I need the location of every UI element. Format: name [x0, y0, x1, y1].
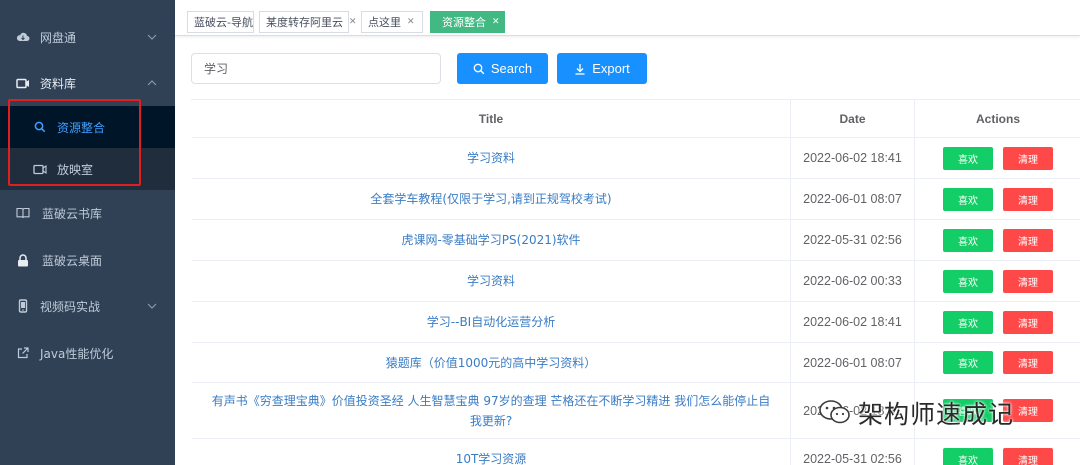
sidebar-subitem-screening-room[interactable]: 放映室	[0, 148, 175, 190]
date-cell: 2022-06-01 08:07	[803, 192, 902, 206]
sidebar-item-library[interactable]: 资料库	[0, 60, 175, 106]
like-button[interactable]: 喜欢	[943, 228, 993, 252]
like-button[interactable]: 喜欢	[943, 399, 993, 422]
date-cell: 2022-05-31 02:56	[803, 233, 902, 247]
resource-title-link[interactable]: 学习资料	[451, 148, 531, 168]
clean-button[interactable]: 清理	[1003, 310, 1053, 334]
tag-click-here[interactable]: 点这里 ✕	[361, 11, 423, 33]
sidebar-item-label: Java性能优化	[40, 346, 114, 361]
clean-button[interactable]: 清理	[1003, 228, 1053, 252]
clean-button[interactable]: 清理	[1003, 269, 1053, 293]
table-row: 学习资料 2022-06-02 00:33 喜欢 清理	[192, 261, 1080, 302]
date-cell: 2022-06-02 18:41	[803, 403, 902, 418]
table-row: 学习资料 2022-06-02 18:41 喜欢 清理	[192, 138, 1080, 179]
table-row: 10T学习资源 2022-05-31 02:56 喜欢 清理	[192, 439, 1080, 465]
like-button[interactable]: 喜欢	[943, 146, 993, 170]
sidebar-item-label: 资料库	[40, 76, 77, 91]
tag-label: 某度转存阿里云	[266, 16, 343, 29]
tag-label: 资源整合	[442, 16, 486, 29]
clean-button[interactable]: 清理	[1003, 146, 1053, 170]
date-cell: 2022-06-01 08:07	[803, 355, 902, 370]
table-row: 猿题库（价值1000元的高中学习资料） 2022-06-01 08:07 喜欢 …	[192, 343, 1080, 383]
clean-button[interactable]: 清理	[1003, 187, 1053, 211]
sidebar-item-label: 视频码实战	[40, 299, 101, 314]
tag-navigation[interactable]: 蓝破云-导航	[187, 11, 254, 33]
date-cell: 2022-05-31 02:56	[803, 452, 902, 465]
mobile-icon	[16, 299, 30, 313]
video-camera-icon	[33, 162, 47, 176]
close-icon[interactable]: ✕	[349, 17, 357, 27]
sidebar-item-label: 蓝破云书库	[42, 206, 103, 221]
table-header: Title Date Actions	[192, 100, 1080, 138]
sidebar-item-label: 网盘通	[40, 30, 77, 45]
date-cell: 2022-06-02 18:41	[803, 151, 902, 165]
date-cell: 2022-06-02 00:33	[803, 274, 902, 288]
sidebar-item-desktop[interactable]: 蓝破云桌面	[0, 237, 175, 283]
export-button-label: Export	[592, 61, 630, 76]
tag-transfer[interactable]: 某度转存阿里云 ✕	[259, 11, 357, 33]
search-button-label: Search	[490, 61, 533, 76]
tag-label: 蓝破云-导航	[194, 16, 253, 29]
resource-table: Title Date Actions 学习资料 2022-06-02 18:41…	[191, 99, 1080, 465]
clean-button[interactable]: 清理	[1003, 399, 1053, 422]
sidebar: 网盘通 资料库 资源整合 放映室 蓝破云书库 蓝破云桌面 视频码实战 Java性…	[0, 0, 175, 465]
tag-label: 点这里	[368, 16, 401, 29]
sidebar-subitem-label: 资源整合	[57, 120, 106, 135]
sidebar-item-label: 蓝破云桌面	[42, 253, 103, 268]
clean-button[interactable]: 清理	[1003, 351, 1053, 374]
book-icon	[16, 206, 30, 220]
resource-title-link[interactable]: 学习资料	[451, 271, 531, 291]
date-cell: 2022-06-02 18:41	[803, 315, 902, 329]
sidebar-item-netdisk[interactable]: 网盘通	[0, 14, 175, 60]
chevron-down-icon	[147, 301, 157, 312]
resource-title-link[interactable]: 猿题库（价值1000元的高中学习资料）	[370, 353, 613, 373]
close-icon[interactable]: ✕	[492, 17, 500, 27]
sidebar-subitem-resources[interactable]: 资源整合	[0, 106, 175, 148]
lock-icon	[16, 253, 30, 267]
table-row: 全套学车教程(仅限于学习,请到正规驾校考试) 2022-06-01 08:07 …	[192, 179, 1080, 220]
download-icon	[574, 63, 586, 75]
column-header-actions: Actions	[915, 100, 1080, 137]
column-header-title: Title	[192, 100, 791, 137]
search-icon	[33, 120, 47, 134]
tags-view: 蓝破云-导航 某度转存阿里云 ✕ 点这里 ✕ 资源整合 ✕	[175, 0, 1080, 36]
table-row: 有声书《穷查理宝典》价值投资圣经 人生智慧宝典 97岁的查理 芒格还在不断学习精…	[192, 383, 1080, 439]
sidebar-item-java-performance[interactable]: Java性能优化	[0, 330, 175, 376]
sidebar-item-video-code[interactable]: 视频码实战	[0, 283, 175, 329]
search-input[interactable]	[191, 53, 441, 84]
like-button[interactable]: 喜欢	[943, 351, 993, 374]
video-camera-icon	[16, 76, 30, 90]
resource-title-link[interactable]: 10T学习资源	[440, 449, 543, 465]
search-button[interactable]: Search	[457, 53, 548, 84]
resource-title-link[interactable]: 全套学车教程(仅限于学习,请到正规驾校考试)	[354, 189, 627, 209]
chevron-down-icon	[147, 32, 157, 43]
cloud-icon	[16, 30, 30, 44]
like-button[interactable]: 喜欢	[943, 310, 993, 334]
close-icon[interactable]: ✕	[407, 17, 415, 27]
table-row: 学习--BI自动化运营分析 2022-06-02 18:41 喜欢 清理	[192, 302, 1080, 343]
resource-title-link[interactable]: 有声书《穷查理宝典》价值投资圣经 人生智慧宝典 97岁的查理 芒格还在不断学习精…	[192, 391, 790, 431]
like-button[interactable]: 喜欢	[943, 269, 993, 293]
export-button[interactable]: Export	[557, 53, 647, 84]
tag-resources[interactable]: 资源整合 ✕	[430, 11, 505, 33]
like-button[interactable]: 喜欢	[943, 447, 993, 465]
chevron-up-icon	[147, 78, 157, 89]
search-icon	[473, 63, 485, 75]
like-button[interactable]: 喜欢	[943, 187, 993, 211]
clean-button[interactable]: 清理	[1003, 447, 1053, 465]
sidebar-subitem-label: 放映室	[57, 162, 94, 177]
resource-title-link[interactable]: 虎课网-零基础学习PS(2021)软件	[385, 230, 596, 250]
column-header-date: Date	[791, 100, 915, 137]
external-link-icon	[16, 346, 30, 360]
resource-title-link[interactable]: 学习--BI自动化运营分析	[411, 312, 571, 332]
sidebar-item-bookstore[interactable]: 蓝破云书库	[0, 190, 175, 236]
table-row: 虎课网-零基础学习PS(2021)软件 2022-05-31 02:56 喜欢 …	[192, 220, 1080, 261]
